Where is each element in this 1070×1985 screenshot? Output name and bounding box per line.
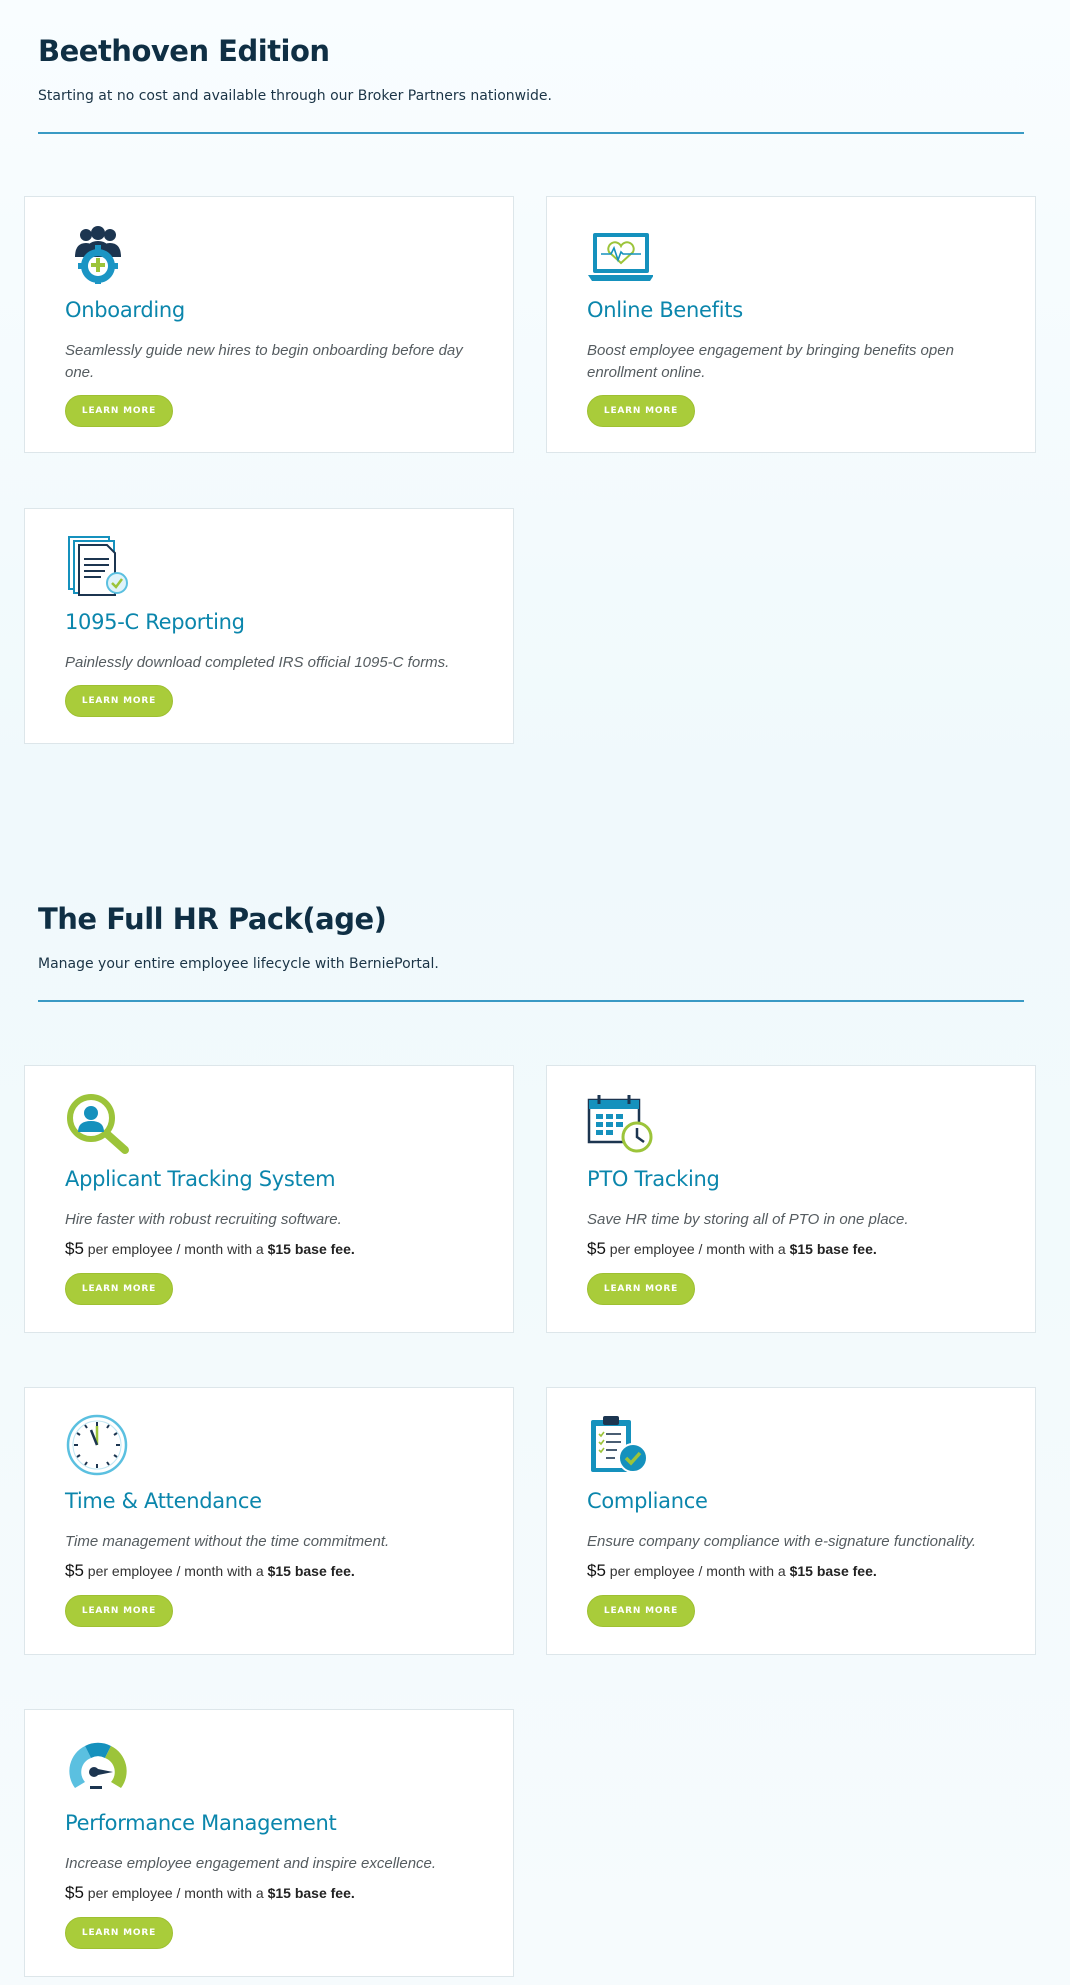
beethoven-edition-section: Beethoven Edition Starting at no cost an… [0, 0, 1070, 760]
feature-card-applicant-tracking: Applicant Tracking System Hire faster wi… [24, 1065, 514, 1333]
card-description: Time management without the time commitm… [65, 1533, 390, 1550]
base-fee: $15 base fee. [789, 1563, 877, 1579]
card-title: Time & Attendance [65, 1489, 262, 1513]
feature-card-time-attendance: Time & Attendance Time management withou… [24, 1387, 514, 1655]
card-title: 1095-C Reporting [65, 610, 245, 634]
speedometer-gauge-icon [65, 1736, 131, 1798]
card-price: $5 per employee / month with a $15 base … [65, 1561, 355, 1581]
price-text: per employee / month with a [605, 1563, 790, 1579]
card-price: $5 per employee / month with a $15 base … [587, 1561, 877, 1581]
price-amount: $5 [65, 1561, 84, 1580]
feature-card-onboarding: Onboarding Seamlessly guide new hires to… [24, 196, 514, 453]
learn-more-button[interactable]: LEARN MORE [65, 1917, 173, 1949]
card-price: $5 per employee / month with a $15 base … [65, 1883, 355, 1903]
price-amount: $5 [65, 1883, 84, 1902]
base-fee: $15 base fee. [267, 1885, 355, 1901]
card-price: $5 per employee / month with a $15 base … [587, 1239, 877, 1259]
section-subtitle: Starting at no cost and available throug… [38, 88, 552, 104]
price-text: per employee / month with a [83, 1241, 268, 1257]
laptop-heart-icon [587, 223, 653, 285]
feature-card-1095c-reporting: 1095-C Reporting Painlessly download com… [24, 508, 514, 744]
price-text: per employee / month with a [605, 1241, 790, 1257]
price-amount: $5 [587, 1239, 606, 1258]
card-title: Online Benefits [587, 298, 743, 322]
card-description: Boost employee engagement by bringing be… [587, 342, 954, 381]
section-divider [38, 1000, 1024, 1002]
learn-more-button[interactable]: LEARN MORE [587, 1273, 695, 1305]
card-description: Increase employee engagement and inspire… [65, 1855, 437, 1872]
full-hr-package-section: The Full HR Pack(age) Manage your entire… [0, 868, 1070, 1985]
card-title: Performance Management [65, 1811, 337, 1835]
price-text: per employee / month with a [83, 1885, 268, 1901]
card-title: PTO Tracking [587, 1167, 720, 1191]
card-description: Ensure company compliance with e-signatu… [587, 1533, 977, 1550]
section-subtitle: Manage your entire employee lifecycle wi… [38, 956, 439, 972]
documents-check-icon [65, 535, 131, 597]
price-amount: $5 [587, 1561, 606, 1580]
price-text: per employee / month with a [83, 1563, 268, 1579]
learn-more-button[interactable]: LEARN MORE [65, 685, 173, 717]
feature-card-online-benefits: Online Benefits Boost employee engagemen… [546, 196, 1036, 453]
section-title: The Full HR Pack(age) [38, 902, 387, 936]
learn-more-button[interactable]: LEARN MORE [587, 395, 695, 427]
section-title: Beethoven Edition [38, 34, 330, 68]
section-divider [38, 132, 1024, 134]
card-title: Onboarding [65, 298, 185, 322]
onboarding-team-gear-icon [65, 223, 131, 285]
clock-icon [65, 1414, 131, 1476]
feature-card-compliance: Compliance Ensure company compliance wit… [546, 1387, 1036, 1655]
base-fee: $15 base fee. [267, 1563, 355, 1579]
learn-more-button[interactable]: LEARN MORE [65, 1273, 173, 1305]
card-description: Seamlessly guide new hires to begin onbo… [65, 342, 463, 381]
clipboard-check-icon [587, 1414, 653, 1476]
learn-more-button[interactable]: LEARN MORE [65, 1595, 173, 1627]
card-description: Save HR time by storing all of PTO in on… [587, 1211, 909, 1228]
card-title: Applicant Tracking System [65, 1167, 336, 1191]
magnifier-person-icon [65, 1092, 131, 1154]
card-price: $5 per employee / month with a $15 base … [65, 1239, 355, 1259]
card-description: Painlessly download completed IRS offici… [65, 654, 450, 671]
learn-more-button[interactable]: LEARN MORE [587, 1595, 695, 1627]
feature-card-pto-tracking: PTO Tracking Save HR time by storing all… [546, 1065, 1036, 1333]
calendar-clock-icon [587, 1092, 653, 1154]
card-description: Hire faster with robust recruiting softw… [65, 1211, 342, 1228]
price-amount: $5 [65, 1239, 84, 1258]
feature-card-performance-management: Performance Management Increase employee… [24, 1709, 514, 1977]
base-fee: $15 base fee. [789, 1241, 877, 1257]
card-title: Compliance [587, 1489, 708, 1513]
learn-more-button[interactable]: LEARN MORE [65, 395, 173, 427]
base-fee: $15 base fee. [267, 1241, 355, 1257]
